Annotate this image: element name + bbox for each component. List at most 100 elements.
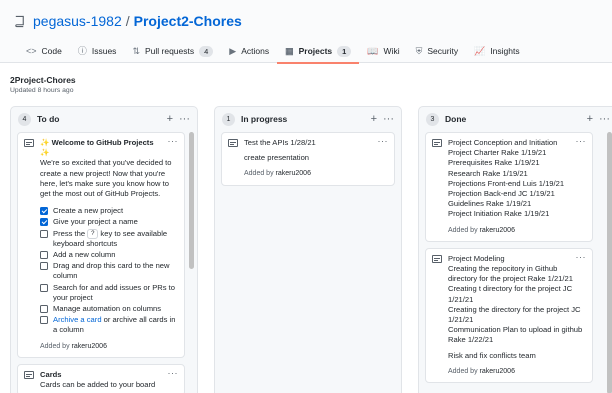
repo-header: pegasus-1982 / Project2-Chores <> Code ⓘ… xyxy=(0,0,612,64)
column-to-do: 4 To do + ··· ··· ✨ Welcome to GitHub Pr… xyxy=(10,106,198,393)
project-title: 2Project-Chores xyxy=(10,75,76,85)
checkbox[interactable] xyxy=(40,262,48,271)
checkbox[interactable] xyxy=(40,218,48,227)
scrollbar[interactable] xyxy=(607,132,612,393)
added-by-label: Added by xyxy=(40,342,70,350)
card-line: Communication Plan to upload in github R… xyxy=(448,325,583,345)
tab-actions[interactable]: ▶ Actions xyxy=(221,39,277,63)
checklist-text: Create a new project xyxy=(53,206,124,216)
checklist-text: Archive a card or archive all cards in a… xyxy=(53,315,178,335)
plus-icon[interactable]: + xyxy=(587,113,593,125)
card-added-by: Added by rakeru2006 xyxy=(448,226,586,236)
column-title: To do xyxy=(37,114,60,124)
checklist-item: Drag and drop this card to the new colum… xyxy=(40,261,178,281)
checkbox[interactable] xyxy=(40,229,48,238)
checklist-text: Search for and add issues or PRs to your… xyxy=(53,282,175,302)
column-header: 3 Done + ··· xyxy=(419,107,612,131)
card-line: Project Modeling xyxy=(448,253,505,263)
column-count: 3 xyxy=(426,112,439,126)
note-icon xyxy=(228,139,238,147)
added-by-user[interactable]: rakeru2006 xyxy=(276,170,311,177)
sparkle-icon: ✨ xyxy=(40,148,50,158)
card-line: Projections Front-end Luis 1/19/21 xyxy=(448,178,565,188)
tab-insights[interactable]: 📈 Insights xyxy=(466,39,528,63)
card-intro: We're so excited that you've decided to … xyxy=(40,158,172,199)
note-icon xyxy=(24,370,34,379)
tab-wiki[interactable]: 📖 Wiki xyxy=(359,39,407,63)
card-test-apis[interactable]: ··· Test the APIs 1/28/21 create present… xyxy=(221,132,395,186)
plus-icon[interactable]: + xyxy=(371,113,377,125)
archive-card-link[interactable]: Archive a card xyxy=(53,315,102,324)
card-added-by: Added by rakeru2006 xyxy=(448,367,586,377)
code-icon: <> xyxy=(26,45,37,56)
checklist-text-part: Press the xyxy=(53,228,86,238)
checkbox[interactable] xyxy=(40,316,48,325)
column-count: 4 xyxy=(18,112,31,126)
card-added-by: Added by rakeru2006 xyxy=(40,342,178,352)
checkbox[interactable] xyxy=(40,207,48,216)
card-modeling[interactable]: ··· Project Modeling Creating the repoci… xyxy=(425,247,593,384)
kebab-icon[interactable]: ··· xyxy=(168,136,179,146)
column-title: In progress xyxy=(241,114,288,124)
note-icon xyxy=(432,139,442,147)
checkbox[interactable] xyxy=(40,283,48,292)
column-header: 1 In progress + ··· xyxy=(215,107,401,131)
repo-nav: <> Code ⓘ Issues ⇅ Pull requests 4 ▶ Act… xyxy=(18,39,612,64)
graph-icon: 📈 xyxy=(474,45,486,56)
tab-label: Security xyxy=(427,46,459,56)
card-title: ✨ Welcome to GitHub Projects ✨ xyxy=(40,138,178,158)
kebab-icon[interactable]: ··· xyxy=(179,113,190,125)
card-line: Project Initiation Rake 1/19/21 xyxy=(448,209,550,219)
note-icon xyxy=(24,139,34,147)
card-line: Project Conception and Initiation xyxy=(448,138,558,147)
pull-request-icon: ⇅ xyxy=(132,45,140,56)
kebab-icon[interactable]: ··· xyxy=(576,136,587,146)
note-icon xyxy=(432,254,442,263)
card-line: Research Rake 1/19/21 xyxy=(448,168,528,178)
column-done: 3 Done + ··· ··· Project Conception and … xyxy=(418,106,612,393)
checklist-item: Add a new column xyxy=(40,250,178,260)
added-by-user[interactable]: rakeru2006 xyxy=(480,227,515,234)
tab-pull-requests[interactable]: ⇅ Pull requests 4 xyxy=(124,39,221,63)
checklist-item: Search for and add issues or PRs to your… xyxy=(40,283,178,303)
card-cards[interactable]: ··· Cards Cards can be added to your boa… xyxy=(17,363,185,393)
tab-security[interactable]: ⛨ Security xyxy=(408,39,466,63)
checklist-item: Manage automation on columns xyxy=(40,304,178,314)
tab-label: Insights xyxy=(490,46,520,56)
checkbox[interactable] xyxy=(40,305,48,314)
tab-label: Code xyxy=(41,46,62,56)
added-by-user[interactable]: rakeru2006 xyxy=(72,343,107,350)
sparkle-icon: ✨ xyxy=(40,138,50,147)
card-line: Projection Back-end JC 1/19/21 xyxy=(448,189,555,199)
checklist-text: Drag and drop this card to the new colum… xyxy=(53,261,170,281)
kebab-icon[interactable]: ··· xyxy=(599,113,610,125)
scrollbar[interactable] xyxy=(189,132,194,269)
kebab-icon[interactable]: ··· xyxy=(576,252,587,262)
card-title: Cards xyxy=(40,369,62,379)
card-body: Cards can be added to your board xyxy=(40,380,156,390)
checklist-text: Manage automation on columns xyxy=(53,304,162,314)
card-conception[interactable]: ··· Project Conception and Initiation Pr… xyxy=(425,132,593,242)
tab-label: Pull requests xyxy=(144,46,195,56)
card-welcome[interactable]: ··· ✨ Welcome to GitHub Projects ✨ We're… xyxy=(17,132,185,358)
project-updated: Updated 8 hours ago xyxy=(10,87,74,94)
column-cards: ··· ✨ Welcome to GitHub Projects ✨ We're… xyxy=(17,132,185,393)
tab-issues[interactable]: ⓘ Issues xyxy=(70,39,125,63)
tab-projects[interactable]: ▦ Projects 1 xyxy=(277,39,360,64)
repo-name-link[interactable]: Project2-Chores xyxy=(134,13,242,29)
checklist-item: Give your project a name xyxy=(40,217,178,227)
kebab-icon[interactable]: ··· xyxy=(168,368,179,378)
checkbox[interactable] xyxy=(40,251,48,260)
repo-owner-link[interactable]: pegasus-1982 xyxy=(33,13,122,29)
kebab-icon[interactable]: ··· xyxy=(378,136,389,146)
column-in-progress: 1 In progress + ··· ··· Test the APIs 1/… xyxy=(214,106,402,393)
kebab-icon[interactable]: ··· xyxy=(383,113,394,125)
card-line: Test the APIs 1/28/21 xyxy=(244,138,316,147)
tab-code[interactable]: <> Code xyxy=(18,39,70,63)
card-line: Creating the directory for the project J… xyxy=(448,304,581,325)
card-added-by: Added by rakeru2006 xyxy=(244,169,388,179)
plus-icon[interactable]: + xyxy=(167,113,173,125)
tab-label: Issues xyxy=(91,46,117,56)
checklist-text: Press the? key to see available keyboard … xyxy=(53,228,178,249)
added-by-user[interactable]: rakeru2006 xyxy=(480,368,515,375)
